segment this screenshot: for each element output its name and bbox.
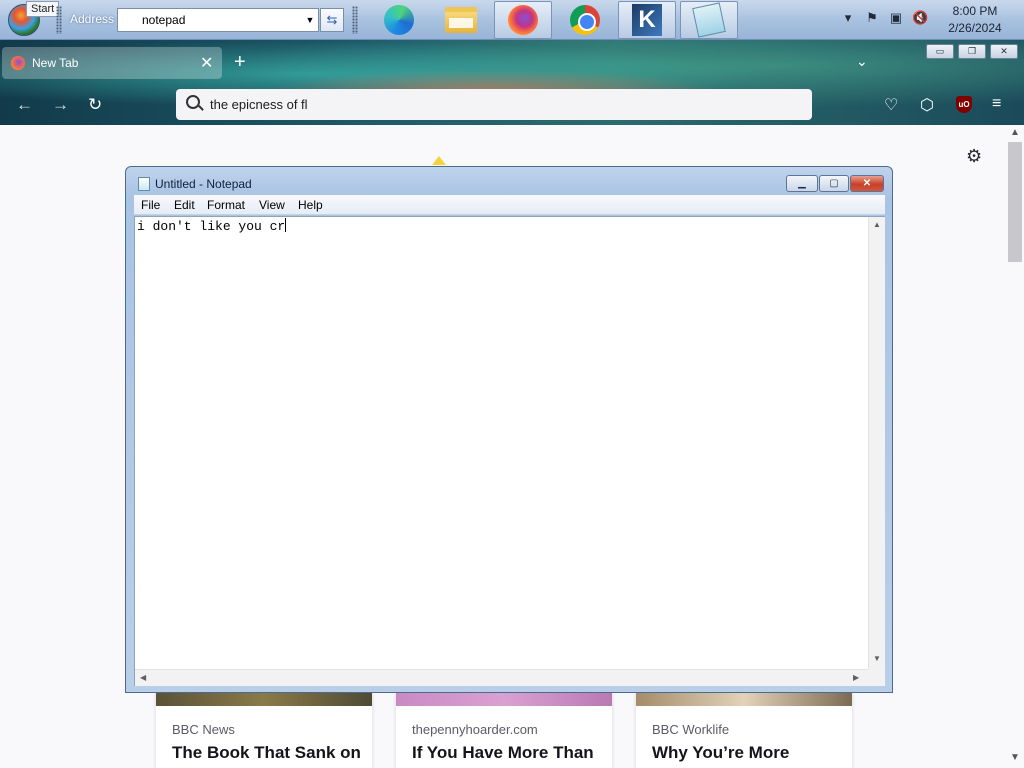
system-tray: ▾ ⚑ ▣ 🔇	[840, 10, 928, 26]
notepad-icon	[692, 2, 726, 38]
taskbar-notepad[interactable]	[680, 1, 738, 39]
clock[interactable]: 8:00 PM 2/26/2024	[940, 3, 1010, 37]
address-label: Address	[70, 12, 115, 26]
chevron-down-icon[interactable]: ▼	[302, 8, 318, 32]
firefox-icon	[11, 56, 25, 70]
story-image	[156, 692, 372, 706]
notepad-icon	[138, 177, 150, 191]
resize-grip[interactable]	[868, 669, 885, 686]
page-scrollbar-thumb[interactable]	[1008, 142, 1022, 262]
editor-content: i don't like you cr	[137, 219, 286, 234]
toolbar-grip[interactable]	[56, 6, 62, 34]
notepad-window[interactable]: Untitled - Notepad ▁ ▢ ✕ File Edit Forma…	[125, 166, 893, 693]
network-icon[interactable]: ▣	[888, 10, 904, 26]
chevron-down-icon[interactable]: ⌄	[856, 53, 868, 70]
story-source: BBC Worklife	[652, 722, 730, 737]
close-button[interactable]: ✕	[850, 175, 884, 192]
maximize-button[interactable]: ▢	[819, 175, 849, 192]
edge-icon	[384, 5, 414, 35]
volume-muted-icon[interactable]: 🔇	[912, 10, 928, 26]
file-explorer-icon	[445, 7, 477, 33]
chrome-icon	[570, 5, 600, 35]
scroll-right-arrow-icon[interactable]: ▶	[853, 673, 859, 682]
story-card[interactable]: BBC News The Book That Sank on	[156, 692, 372, 768]
taskbar-kodi[interactable]	[618, 1, 676, 39]
url-bar[interactable]: the epicness of fl	[176, 89, 812, 120]
action-center-flag-icon[interactable]: ⚑	[864, 10, 880, 26]
forward-arrow-icon[interactable]: →	[52, 95, 69, 115]
window-title: Untitled - Notepad	[155, 177, 252, 191]
scroll-up-arrow-icon[interactable]: ▲	[873, 220, 881, 229]
kodi-icon	[632, 4, 662, 36]
editor-text[interactable]: i don't like you cr	[137, 218, 287, 234]
menu-file[interactable]: File	[141, 198, 160, 212]
story-image	[636, 692, 852, 706]
story-image	[396, 692, 612, 706]
logo-fragment	[432, 156, 446, 165]
taskbar-edge[interactable]	[370, 1, 428, 39]
story-card[interactable]: BBC Worklife Why You’re More	[636, 692, 852, 768]
pocket-icon[interactable]: ♡	[884, 95, 898, 115]
scroll-up-arrow-icon[interactable]: ▲	[1010, 127, 1020, 138]
minimize-button[interactable]: ▁	[786, 175, 818, 192]
minimize-button[interactable]: ▭	[926, 44, 954, 59]
taskbar-firefox[interactable]	[494, 1, 552, 39]
firefox-icon	[508, 5, 538, 35]
go-arrows-icon[interactable]: ⇆	[320, 8, 344, 32]
story-title: Why You’re More	[652, 743, 790, 762]
ublock-origin-icon[interactable]: uO	[956, 96, 972, 113]
url-text: the epicness of fl	[210, 97, 308, 112]
story-title: If You Have More Than	[412, 743, 594, 762]
close-button[interactable]: ✕	[990, 44, 1018, 59]
taskbar-chrome[interactable]	[556, 1, 614, 39]
menu-help[interactable]: Help	[298, 198, 323, 212]
text-caret	[285, 218, 287, 232]
gear-icon[interactable]: ⚙	[966, 146, 982, 167]
start-tooltip: Start	[26, 1, 60, 17]
story-source: thepennyhoarder.com	[412, 722, 538, 737]
scroll-down-arrow-icon[interactable]: ▼	[1010, 752, 1020, 763]
reload-icon[interactable]: ↻	[88, 95, 102, 115]
menu-edit[interactable]: Edit	[174, 198, 195, 212]
tab-title: New Tab	[32, 56, 79, 70]
tab-new-tab[interactable]: New Tab ✕	[2, 47, 222, 79]
clock-date: 2/26/2024	[948, 21, 1002, 35]
scroll-down-arrow-icon[interactable]: ▼	[873, 654, 881, 663]
address-input[interactable]: notepad	[117, 8, 319, 32]
story-source: BBC News	[172, 722, 235, 737]
search-icon	[186, 95, 200, 109]
scroll-left-arrow-icon[interactable]: ◀	[140, 673, 146, 682]
text-editor[interactable]: i don't like you cr ▲ ▼ ◀ ▶	[134, 216, 885, 686]
clock-time: 8:00 PM	[952, 4, 998, 18]
menu-bar: File Edit Format View Help	[134, 195, 885, 215]
extensions-icon[interactable]: ⬡	[920, 95, 934, 115]
restore-button[interactable]: ❐	[958, 44, 986, 59]
story-card[interactable]: thepennyhoarder.com If You Have More Tha…	[396, 692, 612, 768]
horizontal-scrollbar[interactable]: ◀ ▶	[135, 669, 868, 686]
taskbar: Start Address notepad ▼ ⇆ ▾ ⚑ ▣ 🔇 8:00 P…	[0, 0, 1024, 40]
menu-view[interactable]: View	[259, 198, 285, 212]
tray-expand-icon[interactable]: ▾	[840, 10, 856, 26]
vertical-scrollbar[interactable]: ▲ ▼	[868, 217, 885, 669]
taskbar-file-explorer[interactable]	[432, 1, 490, 39]
menu-format[interactable]: Format	[207, 198, 245, 212]
new-tab-button[interactable]: +	[234, 51, 246, 74]
story-title: The Book That Sank on	[172, 743, 361, 762]
toolbar-grip[interactable]	[352, 6, 358, 34]
back-arrow-icon[interactable]: ←	[16, 95, 33, 115]
close-icon[interactable]: ✕	[200, 53, 213, 73]
menu-hamburger-icon[interactable]: ≡	[992, 95, 1001, 113]
